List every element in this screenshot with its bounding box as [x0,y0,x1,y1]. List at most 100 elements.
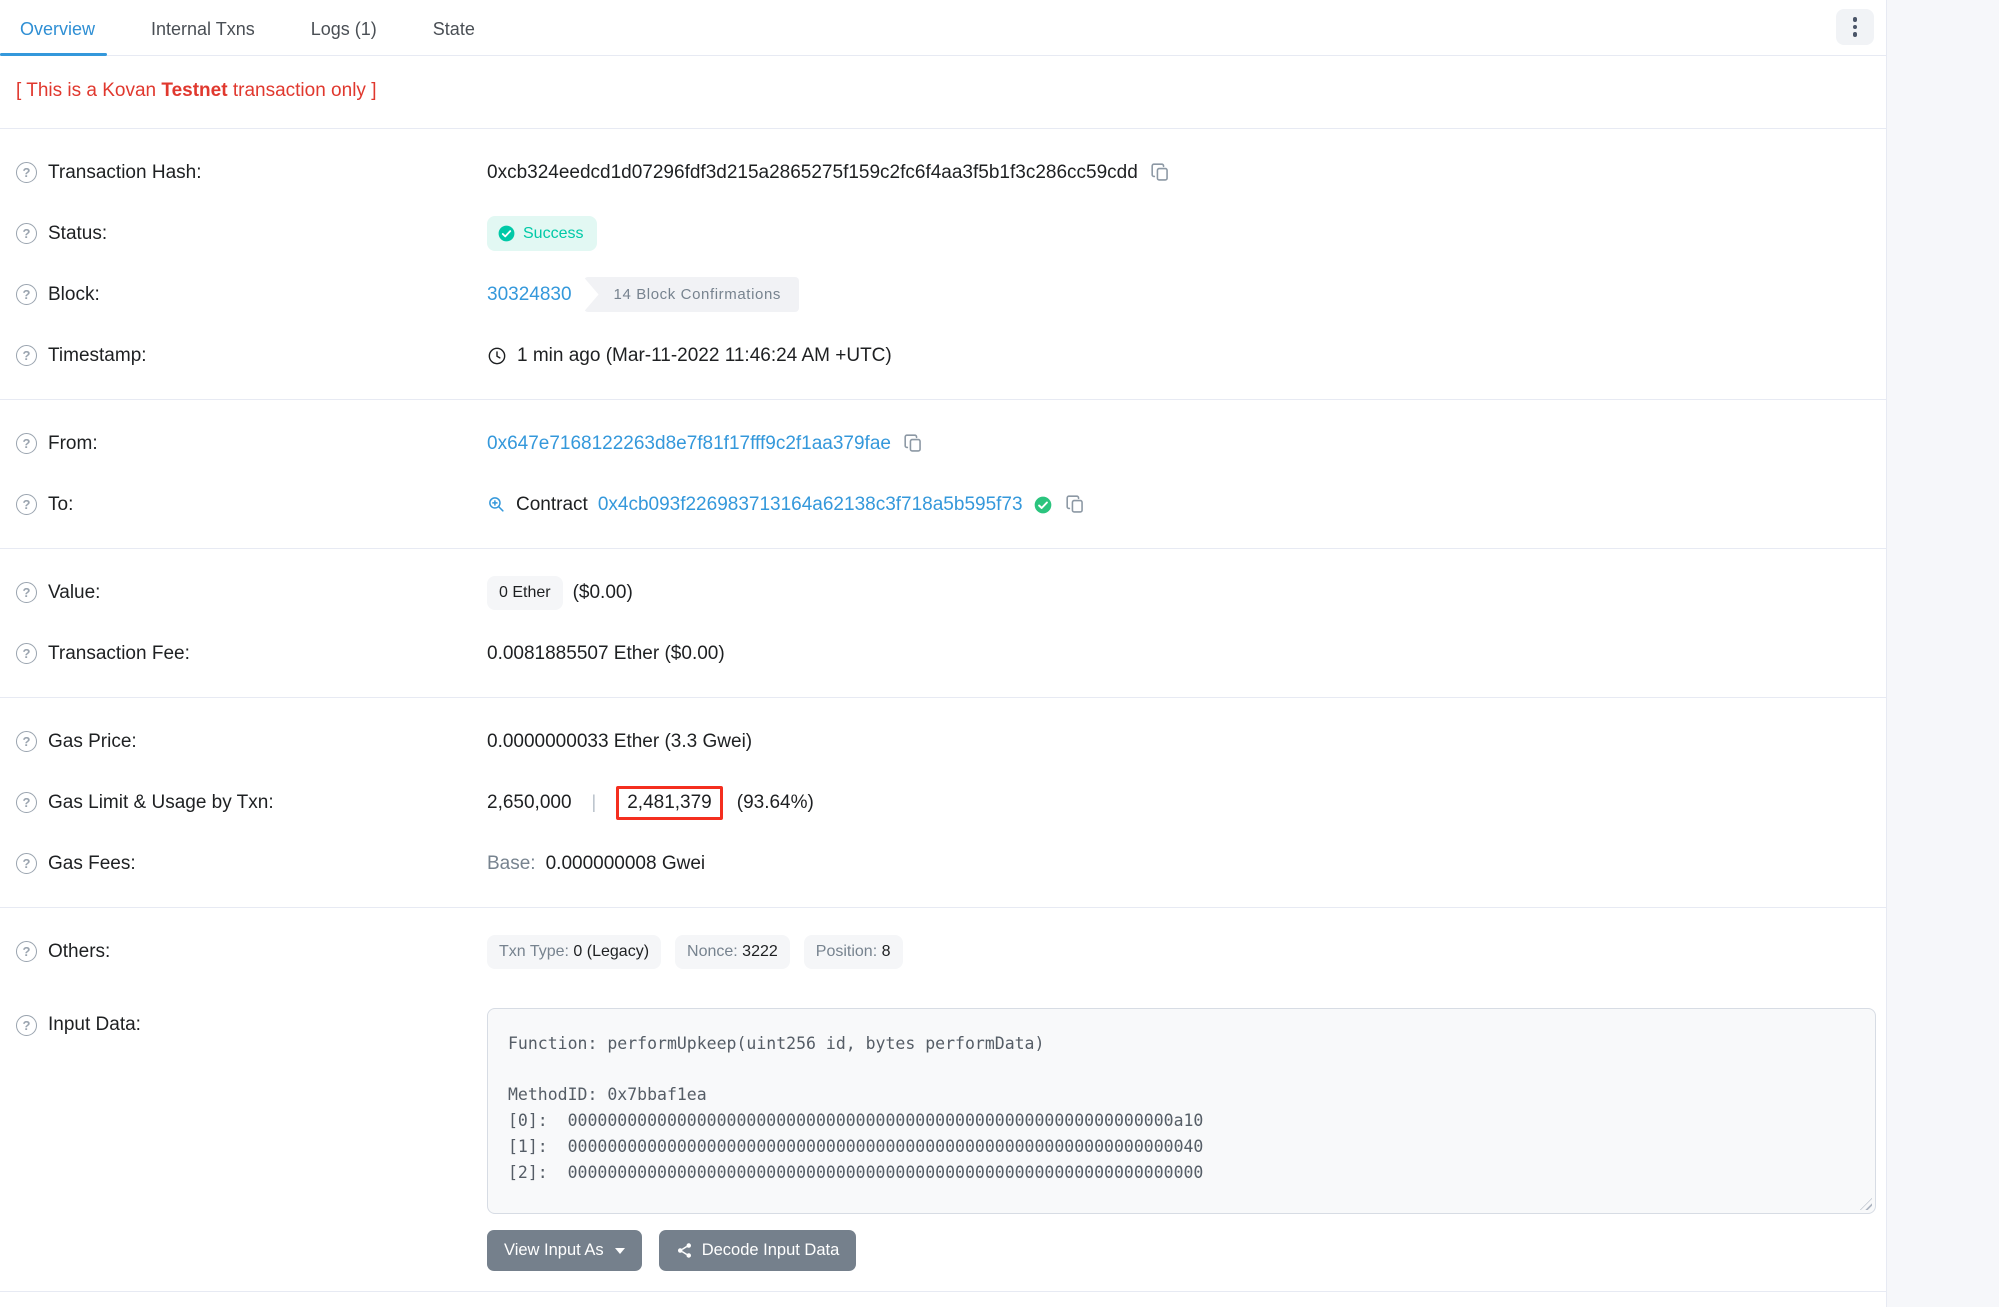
from-address-link[interactable]: 0x647e7168122263d8e7f81f17fff9c2f1aa379f… [487,433,891,455]
more-options-button[interactable] [1836,9,1874,45]
section-overview-top: ? Transaction Hash: 0xcb324eedcd1d07296f… [0,129,1886,400]
txn-type-value: 0 (Legacy) [573,943,649,960]
verified-check-icon [1033,495,1053,515]
from-label: From: [48,433,98,455]
help-icon[interactable]: ? [16,1015,37,1036]
block-label: Block: [48,284,100,306]
copy-icon [903,433,924,454]
nonce-badge: Nonce: 3222 [675,935,790,969]
position-label: Position: [816,943,877,960]
view-input-as-label: View Input As [504,1241,604,1260]
position-value: 8 [882,943,891,960]
status-value: Success [523,225,583,243]
to-label: To: [48,494,73,516]
row-to: ? To: Contract 0x4cb093f226983713164a621… [0,474,1886,535]
block-number-link[interactable]: 30324830 [487,284,572,306]
gas-used-percent: (93.64%) [737,792,814,814]
row-transaction-hash: ? Transaction Hash: 0xcb324eedcd1d07296f… [0,142,1886,203]
tab-overview[interactable]: Overview [18,3,97,55]
tab-state[interactable]: State [431,3,477,55]
row-block: ? Block: 30324830 14 Block Confirmations [0,264,1886,325]
block-confirmations-badge: 14 Block Confirmations [584,277,799,312]
value-label: Value: [48,582,100,604]
help-icon[interactable]: ? [16,731,37,752]
notice-suffix: transaction only ] [228,80,377,101]
status-label: Status: [48,223,107,245]
section-value-fee: ? Value: 0 Ether ($0.00) ? Transaction F… [0,549,1886,698]
zoom-in-icon[interactable] [487,495,506,514]
input-data-label: Input Data: [48,1014,141,1036]
gas-price-label: Gas Price: [48,731,137,753]
txn-type-label: Txn Type: [499,943,569,960]
transaction-details-card: Overview Internal Txns Logs (1) State [ … [0,0,1887,1307]
txn-type-badge: Txn Type: 0 (Legacy) [487,935,661,969]
view-input-as-button[interactable]: View Input As [487,1230,642,1271]
decode-input-data-button[interactable]: Decode Input Data [659,1230,857,1271]
transaction-hash-value: 0xcb324eedcd1d07296fdf3d215a2865275f159c… [487,162,1138,184]
nonce-value: 3222 [742,943,778,960]
input-data-actions: View Input As Decode Input Data [487,1230,1886,1271]
copy-hash-button[interactable] [1148,162,1173,183]
help-icon[interactable]: ? [16,162,37,183]
row-label: ? Others: [16,941,487,963]
copy-to-address-button[interactable] [1063,494,1088,515]
row-label: ? Transaction Fee: [16,643,487,665]
help-icon[interactable]: ? [16,941,37,962]
row-label: ? Timestamp: [16,345,487,367]
gas-fees-base-value: 0.000000008 Gwei [546,853,706,875]
help-icon[interactable]: ? [16,792,37,813]
gas-fees-base-label: Base: [487,853,536,875]
copy-icon [1065,494,1086,515]
copy-from-address-button[interactable] [901,433,926,454]
row-label: ? Input Data: [16,1008,487,1036]
to-contract-prefix: Contract [516,494,588,516]
copy-icon [1150,162,1171,183]
gas-fees-label: Gas Fees: [48,853,136,875]
value-amount-badge: 0 Ether [487,576,563,610]
decode-icon [676,1242,693,1259]
clock-icon [487,346,507,366]
gas-used-annotation-box: 2,481,379 [616,786,723,820]
input-data-box[interactable]: Function: performUpkeep(uint256 id, byte… [487,1008,1876,1214]
tab-label: State [433,19,475,39]
value-usd: ($0.00) [573,582,633,604]
to-address-link[interactable]: 0x4cb093f226983713164a62138c3f718a5b595f… [598,494,1023,516]
decode-input-data-label: Decode Input Data [702,1241,840,1260]
section-gas: ? Gas Price: 0.0000000033 Ether (3.3 Gwe… [0,698,1886,908]
row-label: ? Status: [16,223,487,245]
help-icon[interactable]: ? [16,643,37,664]
help-icon[interactable]: ? [16,433,37,454]
row-label: ? Gas Price: [16,731,487,753]
help-icon[interactable]: ? [16,284,37,305]
notice-bold: Testnet [161,80,227,101]
chevron-down-icon [615,1248,625,1254]
resize-handle[interactable] [1860,1198,1872,1210]
row-label: ? Transaction Hash: [16,162,487,184]
row-label: ? Gas Fees: [16,853,487,875]
tab-label: Internal Txns [151,19,255,39]
row-input-data: ? Input Data: Function: performUpkeep(ui… [0,994,1886,1214]
row-gas-price: ? Gas Price: 0.0000000033 Ether (3.3 Gwe… [0,711,1886,772]
tab-bar: Overview Internal Txns Logs (1) State [0,0,1886,56]
position-badge: Position: 8 [804,935,903,969]
row-transaction-fee: ? Transaction Fee: 0.0081885507 Ether ($… [0,623,1886,684]
row-label: ? Value: [16,582,487,604]
row-timestamp: ? Timestamp: 1 min ago (Mar-11-2022 11:4… [0,325,1886,386]
help-icon[interactable]: ? [16,494,37,515]
help-icon[interactable]: ? [16,853,37,874]
tab-logs[interactable]: Logs (1) [309,3,379,55]
row-status: ? Status: Success [0,203,1886,264]
help-icon[interactable]: ? [16,223,37,244]
section-others-input: ? Others: Txn Type: 0 (Legacy) Nonce: 32… [0,908,1886,1292]
row-label: ? From: [16,433,487,455]
gas-used-value: 2,481,379 [627,792,712,813]
row-gas-limit-usage: ? Gas Limit & Usage by Txn: 2,650,000 | … [0,772,1886,833]
row-label: ? Gas Limit & Usage by Txn: [16,792,487,814]
notice-prefix: [ This is a Kovan [16,80,161,101]
tab-internal-txns[interactable]: Internal Txns [149,3,257,55]
row-label: ? Block: [16,284,487,306]
help-icon[interactable]: ? [16,345,37,366]
help-icon[interactable]: ? [16,582,37,603]
row-others: ? Others: Txn Type: 0 (Legacy) Nonce: 32… [0,921,1886,982]
row-from: ? From: 0x647e7168122263d8e7f81f17fff9c2… [0,413,1886,474]
